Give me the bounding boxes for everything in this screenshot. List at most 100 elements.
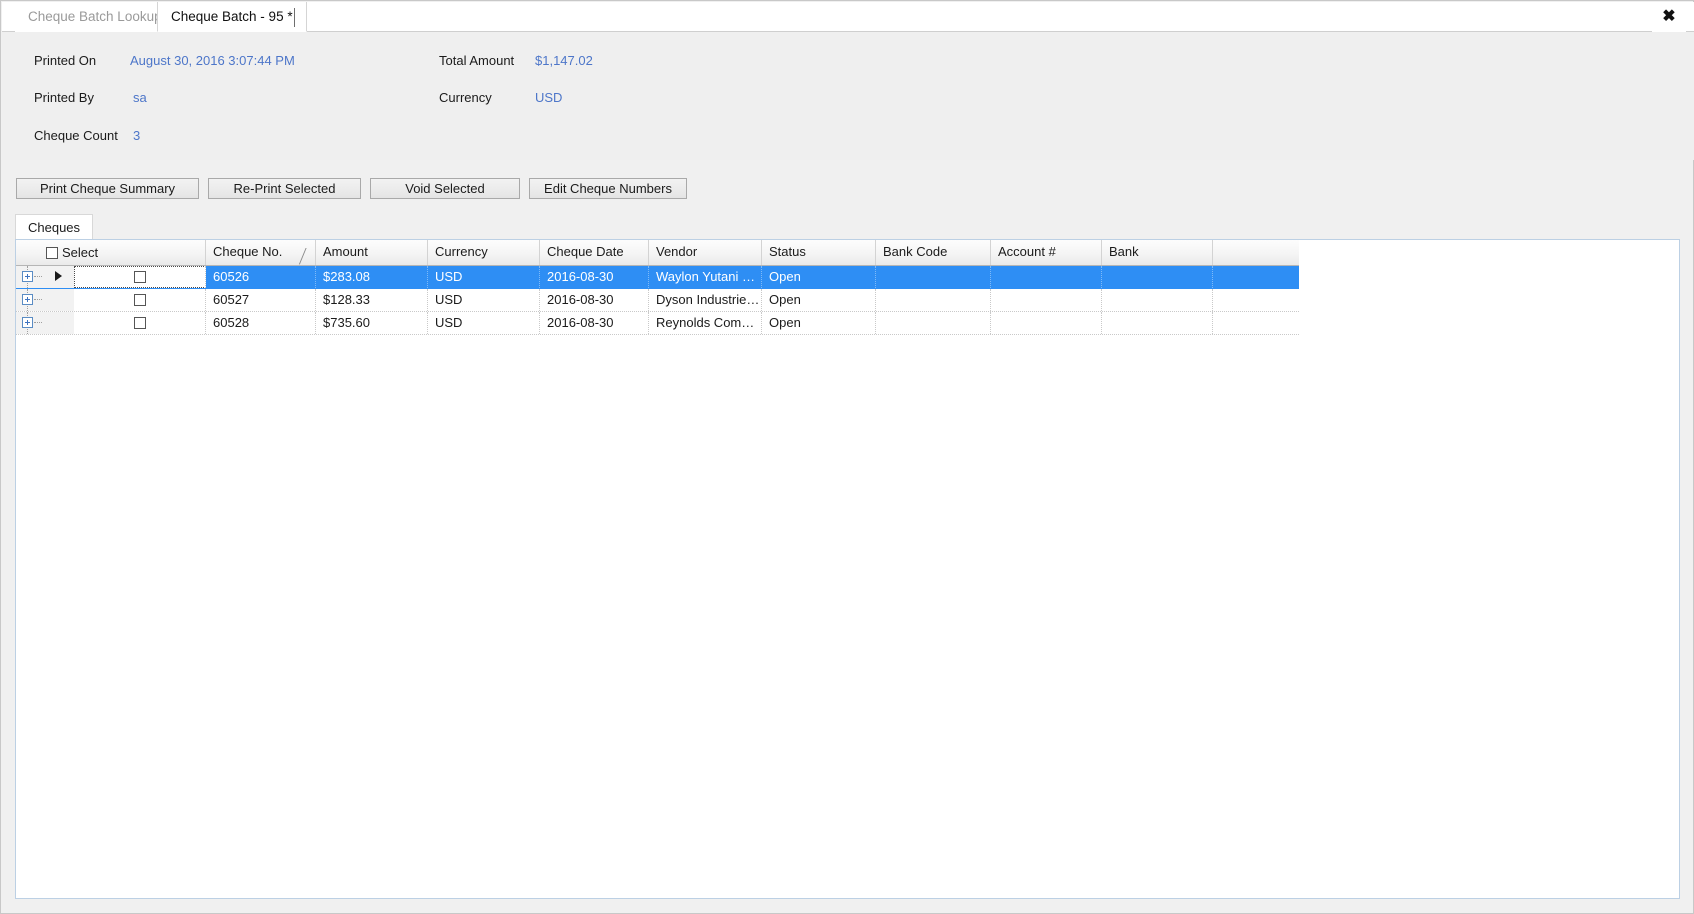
cell-amount[interactable]: $128.33 [316,289,428,311]
printed-on-label: Printed On [34,53,97,68]
cell-text: 2016-08-30 [547,315,614,330]
cell-cheque-no[interactable]: 60527 [206,289,316,311]
column-header-select[interactable]: Select [16,240,206,265]
column-header-label: Bank [1109,244,1139,259]
re-print-selected-button[interactable]: Re-Print Selected [208,178,361,199]
cell-currency[interactable]: USD [428,289,540,311]
cell-cheque-date[interactable]: 2016-08-30 [540,266,649,288]
tree-connector-dots [34,322,42,324]
table-row[interactable]: 60528 $735.60 USD 2016-08-30 Reynolds Compa.… [16,312,1299,335]
tab-cheque-batch-lookup[interactable]: Cheque Batch Lookup [15,2,175,32]
void-selected-button[interactable]: Void Selected [370,178,520,199]
action-button-bar: Print Cheque Summary Re-Print Selected V… [2,178,1694,200]
cell-text: Open [769,292,801,307]
cheques-grid: Select Cheque No. ╱ Amount Currency Cheque Da… [16,240,1299,335]
printed-on-value: August 30, 2016 3:07:44 PM [130,53,295,68]
row-indicator-cell [48,266,75,288]
column-header-vendor[interactable]: Vendor [649,240,762,265]
column-header-currency[interactable]: Currency [428,240,540,265]
row-expander-cell [16,289,48,311]
tab-cheque-batch-95[interactable]: Cheque Batch - 95 * [157,2,307,32]
printed-by-value: sa [133,90,147,105]
column-header-account[interactable]: Account # [991,240,1102,265]
batch-summary-panel: Printed On August 30, 2016 3:07:44 PM Pr… [2,32,1694,160]
expand-row-plus-icon[interactable] [22,271,33,282]
row-expander-cell [16,266,48,288]
cell-status[interactable]: Open [762,266,876,288]
column-header-label: Amount [323,244,368,259]
cell-bank[interactable] [1102,266,1213,288]
cell-bank-code[interactable] [876,289,991,311]
cell-text: Reynolds Compa... [656,315,762,330]
cell-cheque-no[interactable]: 60526 [206,266,316,288]
cell-status[interactable]: Open [762,289,876,311]
row-select-checkbox[interactable] [134,271,146,283]
cell-vendor[interactable]: Dyson Industries... [649,289,762,311]
row-select-checkbox[interactable] [134,317,146,329]
cheques-grid-panel: Select Cheque No. ╱ Amount Currency Cheque Da… [15,239,1680,899]
document-tab-strip: Cheque Batch Lookup Cheque Batch - 95 * … [2,2,1694,32]
cell-cheque-date[interactable]: 2016-08-30 [540,289,649,311]
tree-connector-dots [34,299,42,301]
total-amount-label: Total Amount [439,53,515,68]
currency-label: Currency [439,90,492,105]
cell-bank-code[interactable] [876,312,991,334]
cell-account[interactable] [991,266,1102,288]
cell-text: USD [435,292,463,307]
table-row[interactable]: 60526 $283.08 USD 2016-08-30 Waylon Yutani C… [16,266,1299,289]
cell-vendor[interactable]: Reynolds Compa... [649,312,762,334]
cell-bank[interactable] [1102,289,1213,311]
cell-vendor[interactable]: Waylon Yutani C... [649,266,762,288]
cheque-count-label: Cheque Count [34,128,118,143]
select-cell[interactable] [74,289,206,311]
cell-account[interactable] [991,312,1102,334]
column-header-cheque-date[interactable]: Cheque Date [540,240,649,265]
cell-text: 2016-08-30 [547,269,614,284]
currency-value: USD [535,90,563,105]
select-cell[interactable] [74,266,206,288]
cell-text: 60526 [213,269,250,284]
cell-text: Waylon Yutani C... [656,269,762,284]
select-all-checkbox[interactable] [46,246,58,259]
column-header-amount[interactable]: Amount [316,240,428,265]
row-indicator-cell [48,289,75,311]
column-header-label: Account # [998,244,1056,259]
cell-bank[interactable] [1102,312,1213,334]
cell-currency[interactable]: USD [428,312,540,334]
cell-text: $735.60 [323,315,370,330]
cell-cheque-date[interactable]: 2016-08-30 [540,312,649,334]
sort-ascending-icon: ╱ [299,249,306,265]
tab-cheques[interactable]: Cheques [15,214,94,239]
column-header-bank-code[interactable]: Bank Code [876,240,991,265]
table-row[interactable]: 60527 $128.33 USD 2016-08-30 Dyson Industrie… [16,289,1299,312]
cell-text: USD [435,315,463,330]
column-header-bank[interactable]: Bank [1102,240,1213,265]
expand-row-plus-icon[interactable] [22,317,33,328]
row-expander-cell [16,312,48,334]
column-header-label: Currency [435,244,488,259]
column-header-cheque-no[interactable]: Cheque No. ╱ [206,240,316,265]
cell-amount[interactable]: $735.60 [316,312,428,334]
application-window: Cheque Batch Lookup Cheque Batch - 95 * … [0,0,1694,914]
column-header-status[interactable]: Status [762,240,876,265]
cell-amount[interactable]: $283.08 [316,266,428,288]
column-header-label: Status [769,244,806,259]
column-header-label: Cheque No. [213,244,283,259]
edit-cheque-numbers-button[interactable]: Edit Cheque Numbers [529,178,687,199]
close-icon[interactable]: ✖ [1652,2,1686,32]
select-cell[interactable] [74,312,206,334]
cell-bank-code[interactable] [876,266,991,288]
print-cheque-summary-button[interactable]: Print Cheque Summary [16,178,199,199]
grid-body: 60526 $283.08 USD 2016-08-30 Waylon Yutani C… [16,266,1299,335]
cell-cheque-no[interactable]: 60528 [206,312,316,334]
tab-caret [294,8,295,27]
row-select-checkbox[interactable] [134,294,146,306]
cell-text: 2016-08-30 [547,292,614,307]
expand-row-plus-icon[interactable] [22,294,33,305]
cell-text: Open [769,315,801,330]
select-all-label: Select [62,244,99,260]
cell-text: Open [769,269,801,284]
cell-account[interactable] [991,289,1102,311]
cell-status[interactable]: Open [762,312,876,334]
cell-currency[interactable]: USD [428,266,540,288]
